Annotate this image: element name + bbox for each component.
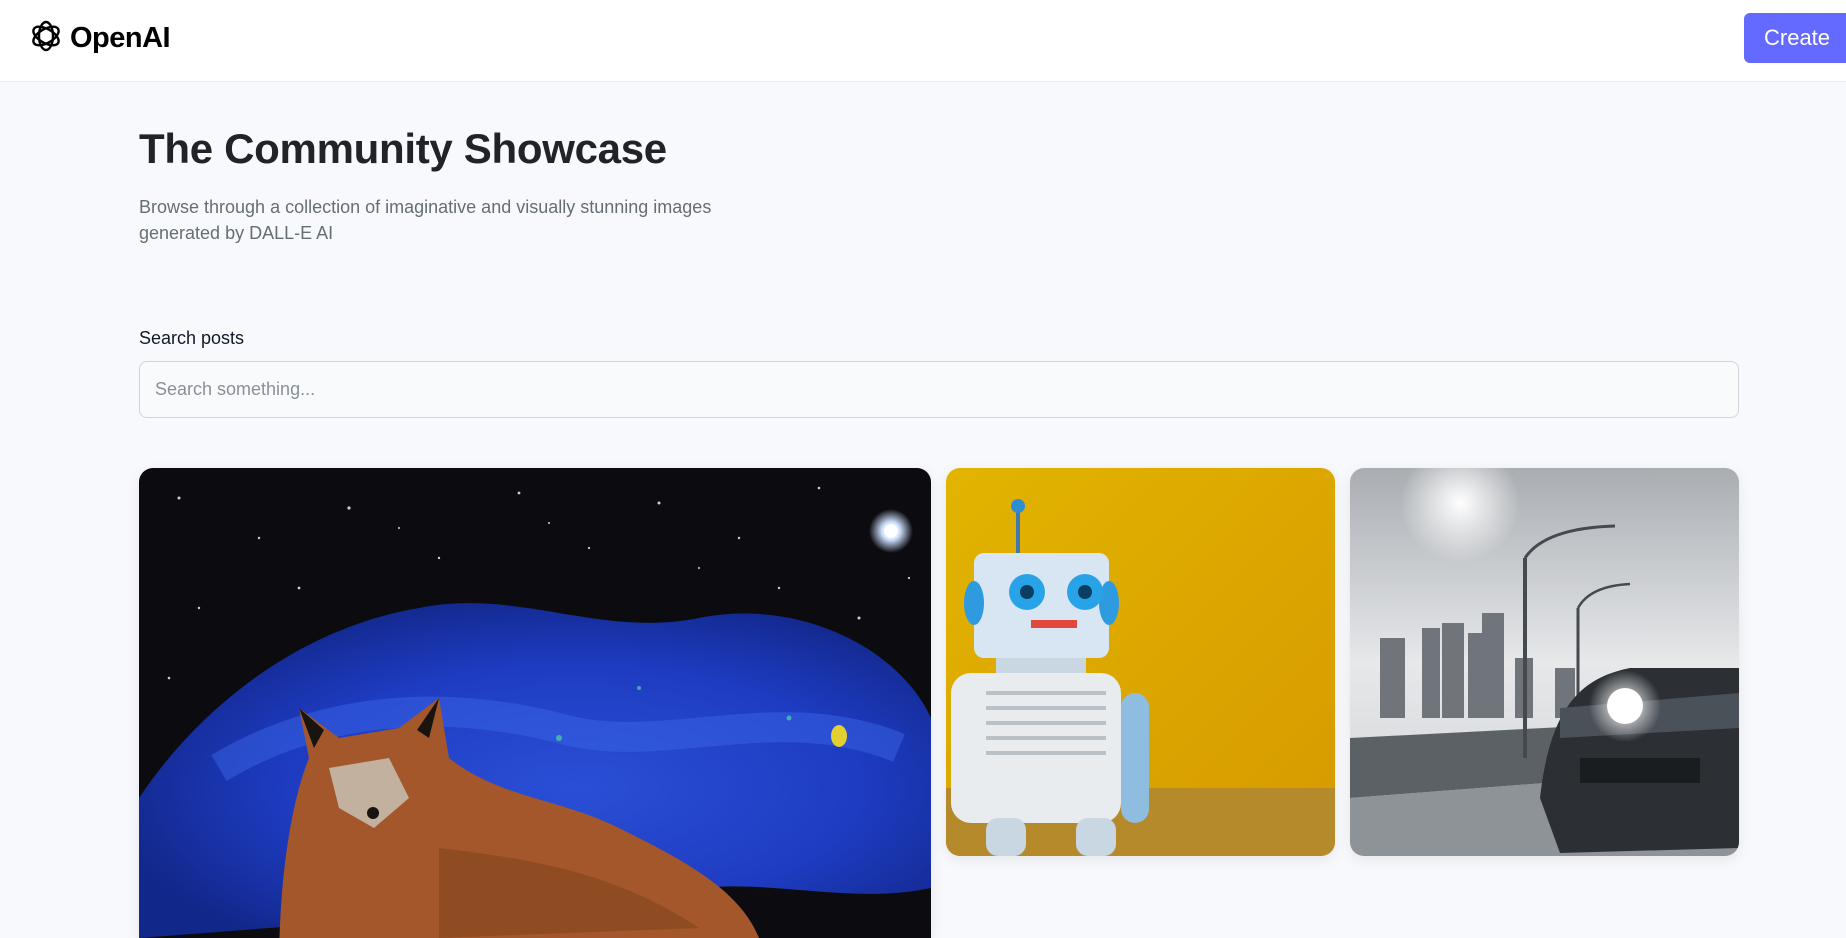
openai-logo[interactable]: OpenAI bbox=[28, 18, 171, 59]
gallery-card-robot[interactable] bbox=[946, 468, 1335, 856]
fox-image bbox=[139, 468, 931, 938]
logo-text: OpenAI bbox=[70, 21, 171, 54]
page-title: The Community Showcase bbox=[139, 125, 667, 172]
openai-logo-icon bbox=[28, 18, 64, 59]
page-subtitle: Browse through a collection of imaginati… bbox=[139, 197, 712, 243]
robot-image bbox=[946, 468, 1335, 856]
search-label: Search posts bbox=[139, 328, 245, 348]
create-button[interactable]: Create bbox=[1744, 13, 1846, 63]
gallery-card-car[interactable] bbox=[1350, 468, 1739, 856]
top-navbar: OpenAI Create bbox=[0, 0, 1846, 82]
gallery-card-fox[interactable] bbox=[139, 468, 931, 938]
car-image bbox=[1350, 468, 1739, 856]
search-input[interactable] bbox=[139, 361, 1739, 418]
